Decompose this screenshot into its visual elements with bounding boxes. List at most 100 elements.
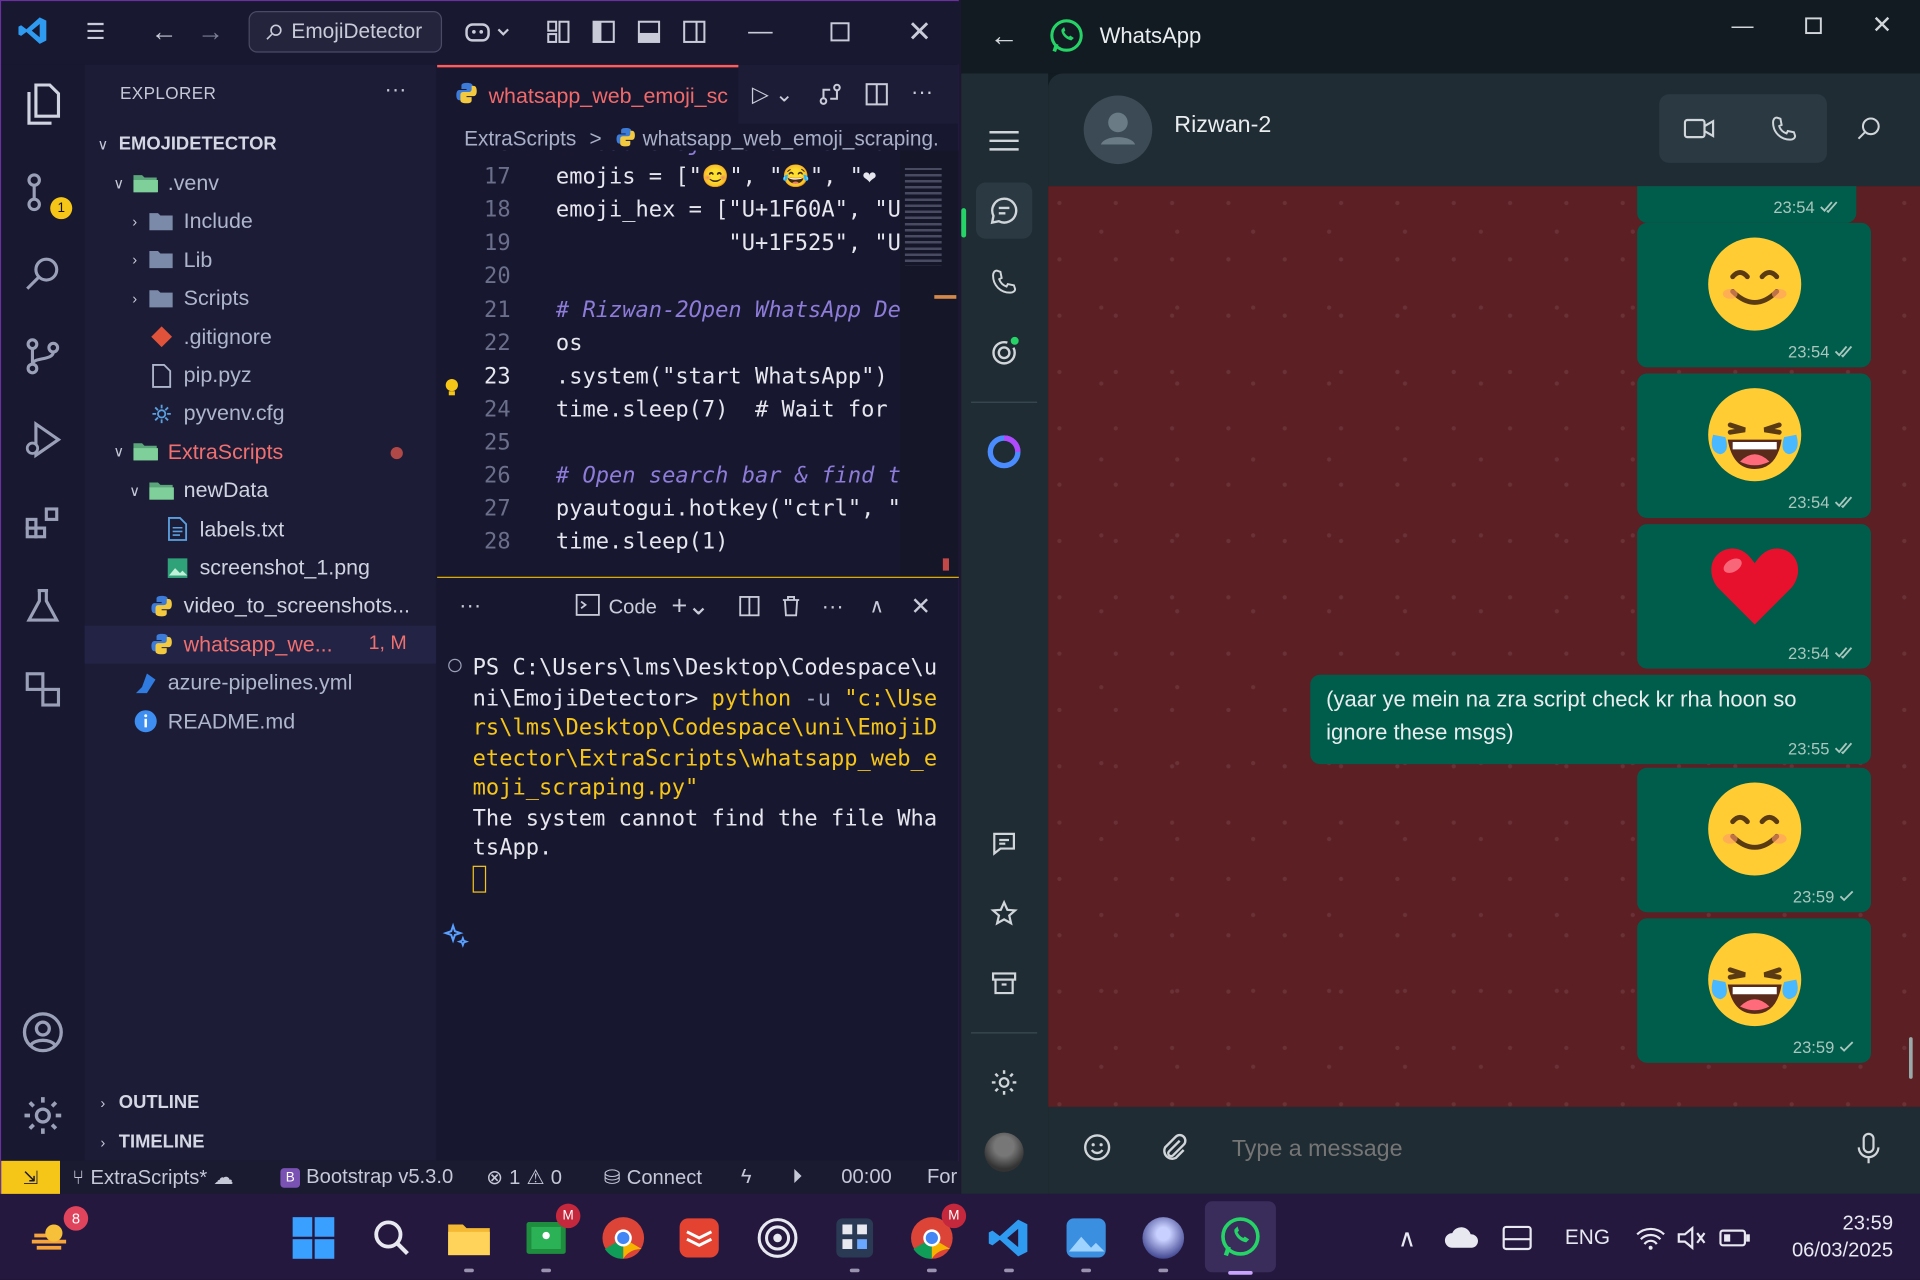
new-terminal-icon[interactable]: +⌄ xyxy=(666,590,715,621)
tree-item[interactable]: ∨ .venv xyxy=(84,164,435,202)
sparkle-icon[interactable] xyxy=(442,921,471,957)
archive-icon[interactable] xyxy=(976,955,1032,1011)
split-terminal-icon[interactable] xyxy=(735,593,764,620)
panel-overflow-icon[interactable]: ··· xyxy=(459,593,481,619)
meta-ai-icon[interactable] xyxy=(976,424,1032,480)
minimize-icon[interactable]: — xyxy=(1728,12,1757,39)
breadcrumb-folder[interactable]: ExtraScripts xyxy=(464,127,576,150)
editor-tab-active[interactable]: whatsapp_web_emoji_sc xyxy=(437,64,739,124)
git-branch-status[interactable]: ⑂ ExtraScripts* ☁ xyxy=(72,1166,233,1190)
split-editor-icon[interactable] xyxy=(861,80,893,109)
maximize-icon[interactable] xyxy=(824,18,856,45)
trash-icon[interactable] xyxy=(776,593,805,620)
tree-item[interactable]: pip.pyz xyxy=(84,356,435,394)
tablet-mode-icon[interactable] xyxy=(1490,1211,1544,1265)
search-icon[interactable] xyxy=(1855,115,1882,148)
testing-flask-icon[interactable] xyxy=(18,582,67,631)
chrome-profile-icon[interactable]: M xyxy=(905,1203,967,1273)
close-icon[interactable]: ✕ xyxy=(904,15,936,48)
format-status[interactable]: For xyxy=(927,1166,957,1189)
calculator-app-icon[interactable] xyxy=(828,1211,882,1273)
scrollbar[interactable] xyxy=(1908,1037,1913,1079)
search-icon[interactable] xyxy=(365,1211,419,1265)
bootstrap-status[interactable]: B Bootstrap v5.3.0 xyxy=(280,1166,453,1189)
source-control-badge-icon[interactable]: 1 xyxy=(18,168,73,220)
whatsapp-taskbar-icon[interactable] xyxy=(1213,1211,1267,1275)
menu-icon[interactable]: ☰ xyxy=(80,18,112,45)
system-clock[interactable]: 23:59 06/03/2025 xyxy=(1771,1210,1893,1264)
communities-icon[interactable] xyxy=(976,816,1032,872)
profile-avatar[interactable] xyxy=(976,1124,1032,1180)
photos-app-icon[interactable] xyxy=(1059,1211,1113,1273)
toggle-sidebar-icon[interactable] xyxy=(588,18,620,45)
back-arrow-icon[interactable]: ← xyxy=(148,16,180,47)
file-explorer-icon[interactable] xyxy=(442,1211,496,1273)
lightning-icon[interactable]: ϟ xyxy=(741,1166,752,1189)
contact-name[interactable]: Rizwan-2 xyxy=(1174,113,1271,140)
outline-section[interactable]: › OUTLINE xyxy=(84,1084,435,1122)
todoist-icon[interactable] xyxy=(672,1211,726,1265)
back-arrow-icon[interactable]: ← xyxy=(988,20,1020,53)
code-editor[interactable]: 16 # Load emojis and their Un 17 emojis = [… xyxy=(437,151,900,577)
settings-gear-icon[interactable] xyxy=(976,1054,1032,1110)
status-icon[interactable] xyxy=(976,323,1032,379)
minimap[interactable] xyxy=(900,150,959,577)
message-list[interactable]: Rizwan-2 23:54 23:54 23:54 23:54 (yaar ye mei… xyxy=(1048,186,1920,1107)
maximize-panel-icon[interactable]: ∧ xyxy=(862,593,891,620)
search-icon[interactable] xyxy=(18,249,67,298)
toggle-secondary-sidebar-icon[interactable] xyxy=(678,18,710,45)
chrome-icon[interactable] xyxy=(596,1211,650,1265)
workspace-root[interactable]: ∨ EMOJIDETECTOR xyxy=(84,125,435,163)
maximize-icon[interactable] xyxy=(1799,12,1828,39)
toggle-panel-icon[interactable] xyxy=(633,18,665,45)
remote-indicator-icon[interactable]: ⇲ xyxy=(1,1160,61,1196)
tree-item[interactable]: › Lib xyxy=(84,241,435,279)
battery-icon[interactable] xyxy=(1708,1211,1762,1265)
remote-explorer-icon[interactable] xyxy=(18,665,67,714)
timer-status[interactable]: 00:00 xyxy=(841,1166,892,1189)
contact-avatar[interactable] xyxy=(1083,95,1153,165)
run-debug-icon[interactable] xyxy=(18,415,67,464)
compare-changes-icon[interactable] xyxy=(814,80,846,109)
extensions-icon[interactable] xyxy=(18,498,67,547)
timeline-section[interactable]: › TIMELINE xyxy=(84,1123,435,1161)
message-bubble[interactable]: 23:54 xyxy=(1637,373,1872,518)
close-panel-icon[interactable]: ✕ xyxy=(906,593,935,620)
show-hidden-icons-icon[interactable]: ∧ xyxy=(1380,1211,1434,1265)
message-bubble[interactable]: 23:54 xyxy=(1637,222,1872,368)
problems-status[interactable]: ⊗ 1 ⚠ 0 xyxy=(486,1166,562,1190)
message-bubble[interactable]: 23:59 xyxy=(1637,918,1872,1063)
terminal-shell-selector[interactable]: Code xyxy=(574,593,657,624)
copilot-icon[interactable] xyxy=(462,18,516,45)
message-bubble[interactable]: (yaar ye mein na zra script check kr rha… xyxy=(1310,674,1872,765)
onedrive-cloud-icon[interactable] xyxy=(1435,1211,1489,1265)
menu-icon[interactable] xyxy=(976,113,1032,169)
source-control-icon[interactable] xyxy=(18,332,67,381)
minimize-icon[interactable]: — xyxy=(743,18,777,45)
widgets-icon[interactable]: 8 xyxy=(27,1206,89,1265)
message-input[interactable] xyxy=(1231,1128,1820,1171)
tree-item[interactable]: ∨ ExtraScripts xyxy=(84,433,435,471)
run-python-icon[interactable]: ▷ ⌄ xyxy=(748,80,797,109)
explorer-icon[interactable] xyxy=(18,80,67,129)
microphone-icon[interactable] xyxy=(1854,1131,1883,1171)
voice-call-icon[interactable] xyxy=(1769,114,1798,150)
customize-layout-icon[interactable] xyxy=(542,18,574,45)
tree-item[interactable]: labels.txt xyxy=(84,510,435,548)
play-icon[interactable]: ⏵ xyxy=(792,1166,802,1189)
classroom-app-icon[interactable]: M xyxy=(519,1203,581,1273)
editor-more-icon[interactable]: ··· xyxy=(905,77,939,106)
tree-item[interactable]: video_to_screenshots... xyxy=(84,587,435,625)
terminal-output[interactable]: PS C:\Users\lms\Desktop\Codespace\uni\Em… xyxy=(472,654,938,894)
tree-item[interactable]: .gitignore xyxy=(84,318,435,356)
app-avatar-icon[interactable] xyxy=(1136,1211,1190,1273)
more-actions-icon[interactable]: ··· xyxy=(384,77,406,103)
message-bubble[interactable]: 23:54 xyxy=(1637,524,1872,669)
tree-item[interactable]: azure-pipelines.yml xyxy=(84,664,435,702)
target-app-icon[interactable] xyxy=(751,1211,805,1265)
tree-item[interactable]: whatsapp_we... 1, M xyxy=(84,625,436,664)
forward-arrow-icon[interactable]: → xyxy=(195,16,227,47)
terminal-more-icon[interactable]: ··· xyxy=(817,593,849,620)
message-bubble[interactable]: Rizwan-2 23:54 xyxy=(1637,186,1857,223)
lightbulb-icon[interactable] xyxy=(440,376,464,407)
